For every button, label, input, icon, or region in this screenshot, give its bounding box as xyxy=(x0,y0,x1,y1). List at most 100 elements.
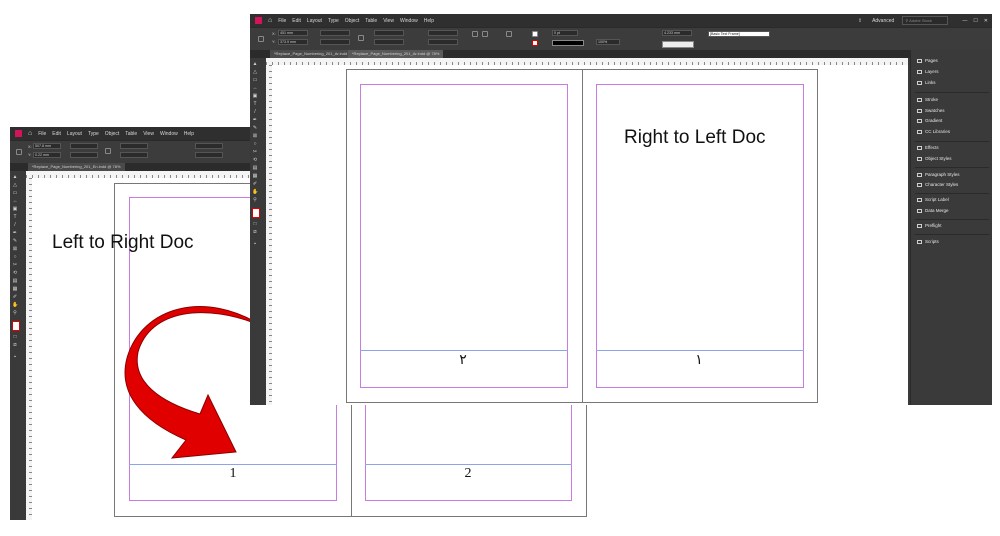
document-tab-active[interactable]: *Replace_Page_Numbering_201_Ar.indd @ 78… xyxy=(348,50,444,58)
page-tool-icon[interactable]: ▭ xyxy=(252,78,258,83)
type-tool-icon[interactable]: T xyxy=(252,102,258,107)
free-transform-tool-icon[interactable]: ⟲ xyxy=(252,158,258,163)
fill-swatch-icon[interactable] xyxy=(532,31,538,37)
content-collector-icon[interactable]: ▣ xyxy=(252,94,258,99)
pen-tool-icon[interactable]: ✒ xyxy=(252,118,258,123)
panel-divider xyxy=(915,219,989,220)
note-tool-icon[interactable]: ▦ xyxy=(252,174,258,179)
auto-fit-checkbox[interactable] xyxy=(662,41,694,48)
page-number-arabic-1: ١ xyxy=(695,353,703,368)
paragraph-styles-icon xyxy=(917,172,922,177)
object-style-field[interactable]: [Basic Text Frame] xyxy=(708,31,770,37)
home-icon[interactable]: ⌂ xyxy=(268,17,272,24)
reference-point-icon[interactable] xyxy=(258,36,264,42)
indesign-logo-icon xyxy=(255,17,262,24)
menu-type[interactable]: Type xyxy=(328,18,339,24)
panel-swatches[interactable]: Swatches xyxy=(917,108,945,113)
rectangle-frame-tool-icon[interactable]: ⊠ xyxy=(252,134,258,139)
close-button[interactable]: ✕ xyxy=(984,18,988,24)
panel-label: CC Libraries xyxy=(925,129,951,134)
panel-cc-libraries[interactable]: CC Libraries xyxy=(917,129,950,134)
select-container-icon[interactable] xyxy=(506,31,512,37)
rotate-field[interactable] xyxy=(428,30,458,36)
gradient-icon xyxy=(917,118,922,123)
panel-stroke[interactable]: Stroke xyxy=(917,97,938,102)
swatches-icon xyxy=(917,108,922,113)
menu-object[interactable]: Object xyxy=(345,18,359,24)
panel-paragraph-styles[interactable]: Paragraph Styles xyxy=(917,172,960,177)
panel-data-merge[interactable]: Data Merge xyxy=(917,208,949,213)
workspace-switcher[interactable]: Advanced xyxy=(872,18,894,24)
page-number-arabic-2: ٢ xyxy=(459,353,467,368)
scale-x-field[interactable] xyxy=(374,30,404,36)
maximize-button[interactable]: ☐ xyxy=(973,18,977,24)
share-icon[interactable]: ⇪ xyxy=(858,18,862,24)
gap-field[interactable]: 4.233 mm xyxy=(662,30,692,36)
panel-scripts[interactable]: Scripts xyxy=(917,239,939,244)
panel-layers[interactable]: Layers xyxy=(917,69,939,74)
panel-object-styles[interactable]: Object Styles xyxy=(917,156,952,161)
panel-label: Object Styles xyxy=(925,156,952,161)
menu-table[interactable]: Table xyxy=(365,18,377,24)
effects-icon xyxy=(917,145,922,150)
stroke-weight-field[interactable]: 0 pt xyxy=(552,30,578,36)
menu-view[interactable]: View xyxy=(383,18,394,24)
panel-label: Scripts xyxy=(925,239,939,244)
formatting-affects-container-icon[interactable]: □ xyxy=(252,222,258,227)
constrain-icon[interactable] xyxy=(358,35,364,41)
eyedropper-tool-icon[interactable]: ✐ xyxy=(252,182,258,187)
panel-label: Layers xyxy=(925,69,939,74)
y-field[interactable]: 373.9 mm xyxy=(278,39,308,45)
object-styles-icon xyxy=(917,156,922,161)
shear-field[interactable] xyxy=(428,39,458,45)
panel-divider xyxy=(915,193,989,194)
stroke-swatch-icon[interactable] xyxy=(532,40,538,46)
hand-tool-icon[interactable]: ✋ xyxy=(252,190,258,195)
pencil-tool-icon[interactable]: ✎ xyxy=(252,126,258,131)
stroke-type-swatch[interactable] xyxy=(552,40,584,46)
line-tool-icon[interactable]: / xyxy=(252,110,258,115)
menu-file[interactable]: File xyxy=(278,18,286,24)
gradient-tool-icon[interactable]: ▤ xyxy=(252,166,258,171)
apply-none-icon[interactable]: ⧄ xyxy=(252,230,258,235)
panel-label: Gradient xyxy=(925,118,943,123)
height-field[interactable] xyxy=(320,39,350,45)
x-field[interactable]: 451 mm xyxy=(278,30,308,36)
width-field[interactable] xyxy=(320,30,350,36)
panel-divider xyxy=(915,234,989,235)
control-panel-front: X: 451 mm Y: 373.9 mm 0 pt 100% 4.233 mm… xyxy=(250,27,992,51)
selection-tool-icon[interactable]: ▲ xyxy=(252,62,258,67)
rtl-doc-label: Right to Left Doc xyxy=(624,127,766,148)
fill-stroke-icon[interactable] xyxy=(252,208,260,218)
screen-mode-icon[interactable]: ▪ xyxy=(252,242,258,247)
panel-label: Script Label xyxy=(925,197,949,202)
panel-label: Pages xyxy=(925,58,938,63)
rotate-cw-icon[interactable] xyxy=(472,31,478,37)
menu-edit[interactable]: Edit xyxy=(292,18,301,24)
scale-y-field[interactable] xyxy=(374,39,404,45)
zoom-tool-icon[interactable]: ⚲ xyxy=(252,198,258,203)
flip-horizontal-icon[interactable] xyxy=(482,31,488,37)
panel-preflight[interactable]: Preflight xyxy=(917,223,942,228)
panel-character-styles[interactable]: Character Styles xyxy=(917,182,958,187)
x-label: X: xyxy=(272,32,276,36)
panel-label: Data Merge xyxy=(925,208,949,213)
panel-script-label[interactable]: Script Label xyxy=(917,197,949,202)
panel-effects[interactable]: Effects xyxy=(917,145,939,150)
panel-gradient[interactable]: Gradient xyxy=(917,118,942,123)
footer-guide-page-2-rtl xyxy=(360,350,568,351)
menu-window[interactable]: Window xyxy=(400,18,418,24)
menu-help[interactable]: Help xyxy=(424,18,434,24)
search-field[interactable]: ⚲ Adobe Stock xyxy=(902,16,949,25)
scissors-tool-icon[interactable]: ✂ xyxy=(252,150,258,155)
pages-icon xyxy=(917,58,922,63)
opacity-field[interactable]: 100% xyxy=(596,39,620,45)
minimize-button[interactable]: — xyxy=(962,18,967,24)
panel-pages[interactable]: Pages xyxy=(917,58,938,63)
panel-links[interactable]: Links xyxy=(917,80,936,85)
panel-divider xyxy=(915,92,989,93)
gap-tool-icon[interactable]: ↔ xyxy=(252,86,258,91)
menu-layout[interactable]: Layout xyxy=(307,18,322,24)
ellipse-tool-icon[interactable]: ○ xyxy=(252,142,258,147)
direct-selection-tool-icon[interactable]: △ xyxy=(252,70,258,75)
